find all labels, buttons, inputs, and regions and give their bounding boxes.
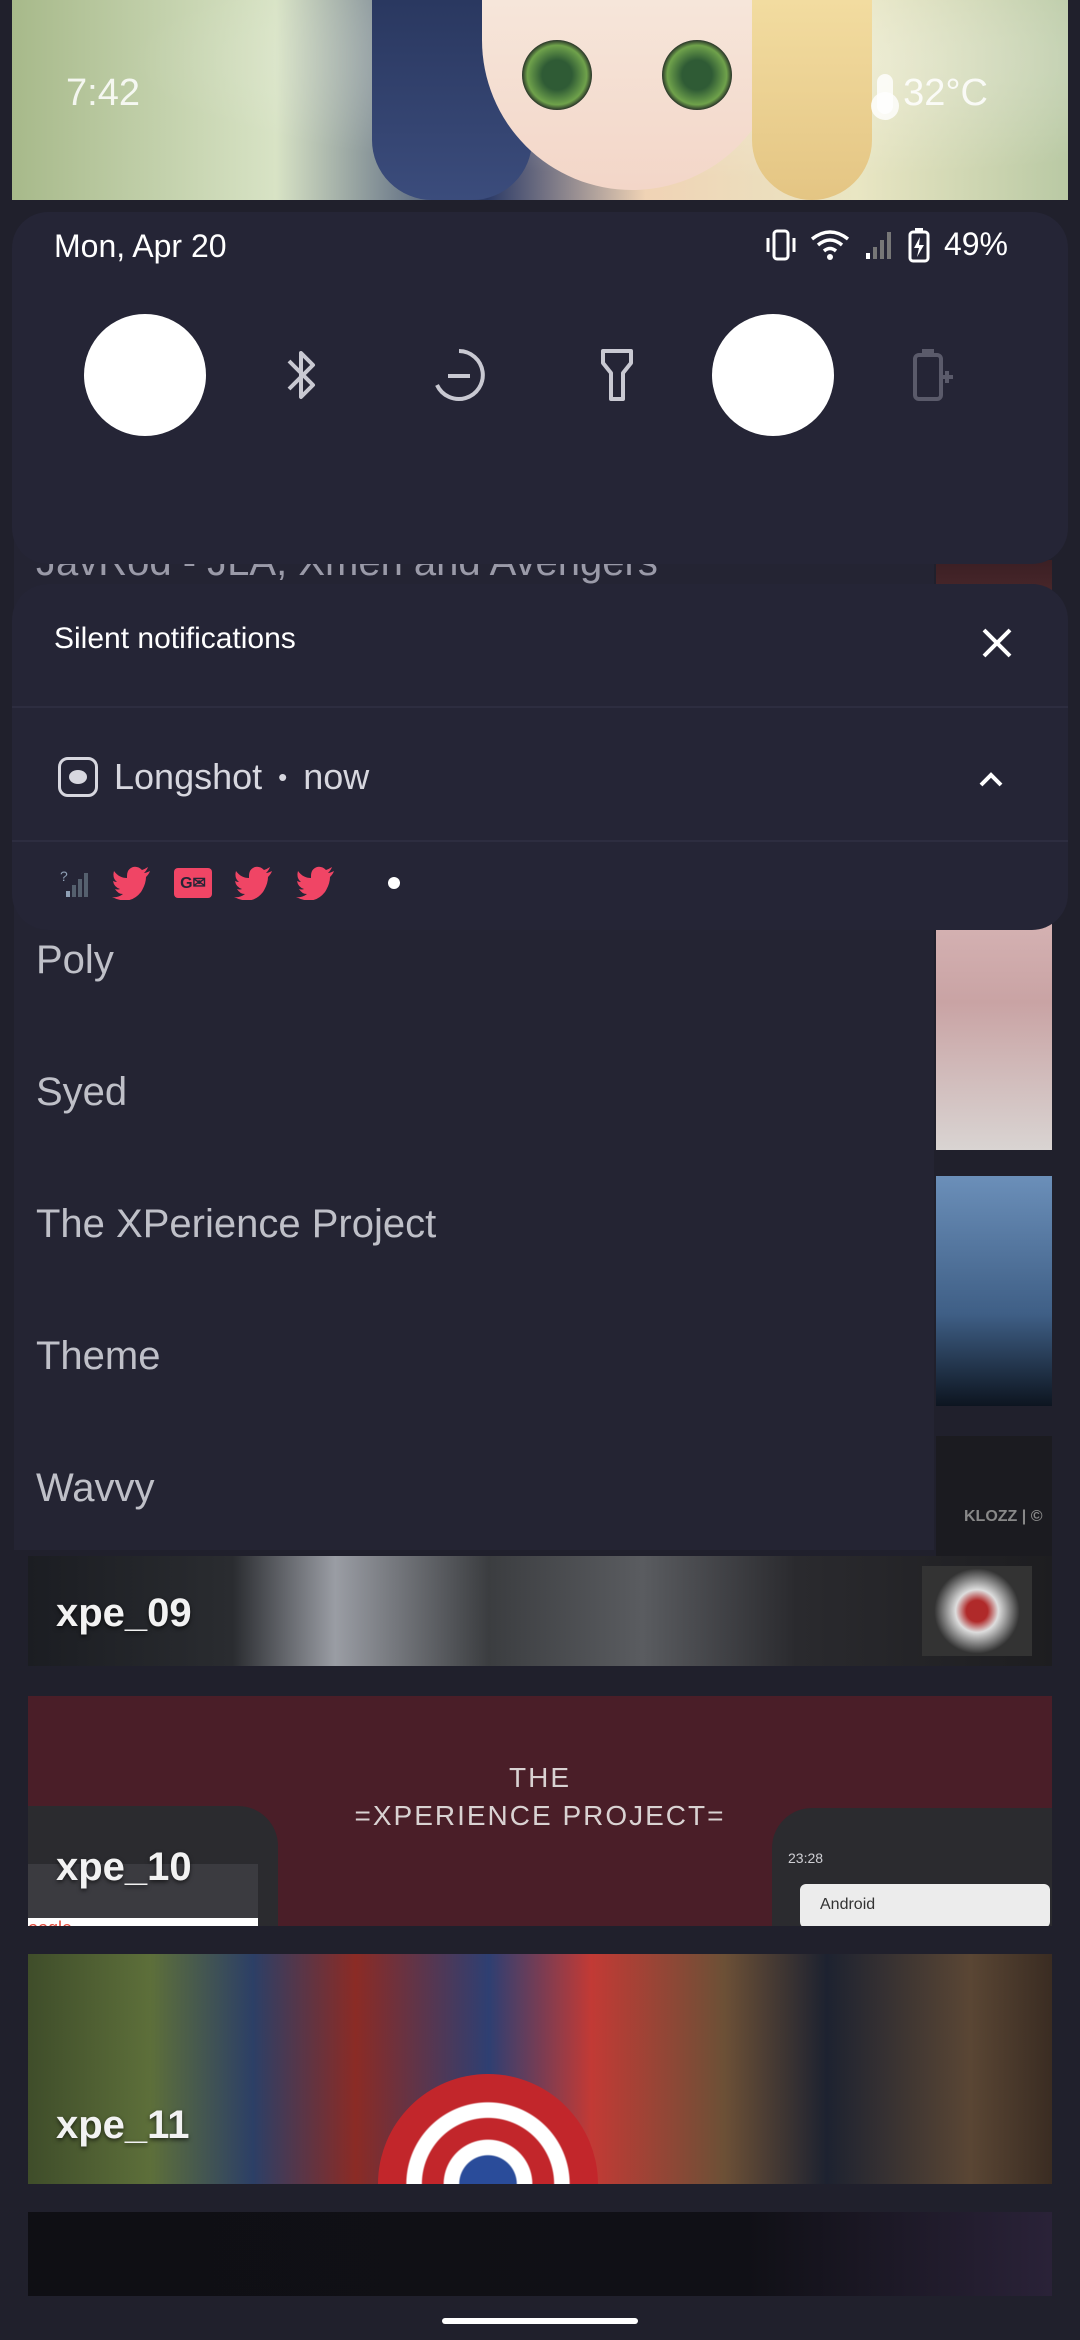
close-icon[interactable] [974,620,1020,666]
wallpaper-banner[interactable] [28,2212,1052,2296]
quick-tile-5[interactable] [712,314,834,436]
flashlight-icon [601,349,633,401]
twitter-icon [112,866,150,900]
battery-charging-icon [908,227,930,262]
divider [12,840,1068,842]
navigation-gesture-handle[interactable] [442,2318,638,2324]
temperature-text: 32°C [903,72,988,114]
wallpaper-art [662,40,732,110]
cellular-signal-icon [865,231,891,259]
signal-unknown-icon: ? [60,868,88,897]
divider [12,706,1068,708]
app-name: Longshot [114,756,263,797]
wallpaper-thumbnail[interactable] [936,1176,1052,1406]
phone-mockup: 23:28 Android [772,1808,1052,1926]
more-dot-icon [388,877,400,889]
list-item[interactable]: Wavvy [36,1466,155,1511]
banner-label: xpe_09 [56,1591,192,1635]
shield-art [378,2074,598,2184]
do-not-disturb-icon [435,349,485,401]
wolf-medallion-art [922,1566,1032,1656]
longshot-app-icon [58,757,98,797]
flashlight-tile[interactable] [556,314,678,436]
date-text[interactable]: Mon, Apr 20 [54,228,227,265]
notification-time: now [303,756,370,797]
do-not-disturb-tile[interactable] [398,314,520,436]
battery-percent: 49% [943,226,1008,262]
banner-art-title: THE [509,1762,571,1793]
google-bar-text: oogle [28,1918,258,1926]
phone-time: 23:28 [788,1850,824,1866]
wallpaper-art [752,0,872,200]
list-item[interactable]: Syed [36,1070,127,1115]
list-item[interactable]: The XPerience Project [36,1202,436,1247]
list-item[interactable]: Poly [36,938,114,983]
banner-label: xpe_11 [56,2103,190,2147]
status-icons: 49% [766,226,1008,263]
bluetooth-tile[interactable] [242,314,364,436]
wallpaper-banner[interactable]: xpe_09 [28,1556,1052,1666]
notification-icon-row[interactable]: ? G✉ [60,866,400,900]
twitter-icon [296,866,334,900]
gmail-icon: G✉ [174,868,212,898]
svg-text:?: ? [60,868,68,884]
quick-tile-1[interactable] [84,314,206,436]
list-item[interactable]: Theme [36,1334,161,1379]
wallpaper-art [522,40,592,110]
section-title: Silent notifications [54,622,296,655]
phone-label: Android [800,1884,1050,1926]
wifi-icon [810,229,850,260]
thermometer-icon [871,73,900,120]
header-weather[interactable]: 32°C [871,72,988,120]
notification-header[interactable]: Longshot • now [58,756,369,798]
separator-dot: • [278,761,288,792]
wallpaper-banner[interactable]: xpe_11 [28,1954,1052,2184]
battery-saver-tile[interactable] [872,314,994,436]
banner-label: xpe_10 [56,1845,192,1889]
vibrate-icon [766,229,796,260]
twitter-icon [234,866,272,900]
bluetooth-icon [287,351,315,399]
wallpaper-thumbnail[interactable]: KLOZZ | © [936,1436,1052,1556]
thumbnail-text: KLOZZ | © [964,1508,1043,1525]
wallpaper-banner[interactable]: oogle THE =XPERIENCE PROJECT= 23:28 Andr… [28,1696,1052,1926]
header-clock[interactable]: 7:42 [66,72,140,115]
battery-saver-icon [913,349,953,401]
chevron-up-icon[interactable] [978,770,1004,788]
